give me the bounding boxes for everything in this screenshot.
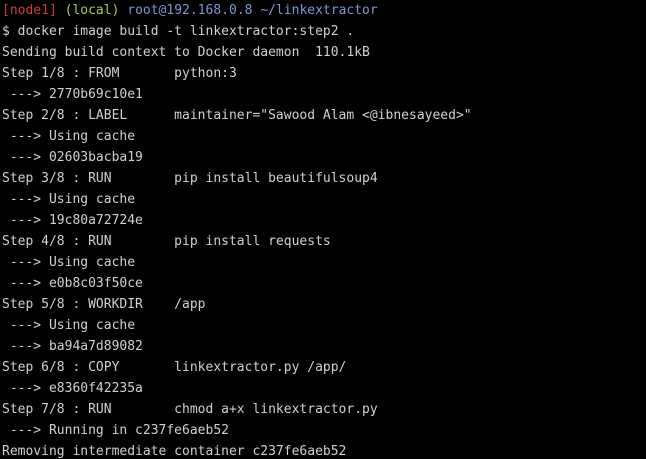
- output-line: Step 1/8 : FROM python:3: [2, 66, 237, 81]
- terminal-window[interactable]: [node1] (local) root@192.168.0.8 ~/linke…: [0, 0, 646, 459]
- output-line: Step 2/8 : LABEL maintainer="Sawood Alam…: [2, 108, 472, 123]
- command-line: $ docker image build -t linkextractor:st…: [2, 24, 355, 39]
- output-line: ---> e0b8c03f50ce: [2, 276, 143, 291]
- output-line: ---> Using cache: [2, 318, 136, 333]
- output-line: Step 4/8 : RUN pip install requests: [2, 234, 331, 249]
- prompt-line: [node1] (local) root@192.168.0.8 ~/linke…: [2, 0, 646, 21]
- output-line: ---> 2770b69c10e1: [2, 87, 143, 102]
- output-line: ---> e8360f42235a: [2, 381, 143, 396]
- output-line: ---> Using cache: [2, 129, 136, 144]
- output-line: Step 3/8 : RUN pip install beautifulsoup…: [2, 171, 378, 186]
- local-label: (local): [64, 3, 120, 18]
- output-line: ---> Using cache: [2, 255, 136, 270]
- current-path: ~/linkextractor: [260, 3, 378, 18]
- output-line: ---> 19c80a72724e: [2, 213, 143, 228]
- output-line: Step 5/8 : WORKDIR /app: [2, 297, 206, 312]
- output-line: Step 7/8 : RUN chmod a+x linkextractor.p…: [2, 402, 378, 417]
- output-line: ---> Using cache: [2, 192, 136, 207]
- host-label: root@192.168.0.8: [127, 3, 253, 18]
- output-line: ---> 02603bacba19: [2, 150, 143, 165]
- output-line: Step 6/8 : COPY linkextractor.py /app/: [2, 360, 347, 375]
- output-line: Sending build context to Docker daemon 1…: [2, 45, 370, 60]
- output-line: ---> ba94a7d89082: [2, 339, 143, 354]
- output-line: ---> Running in c237fe6aeb52: [2, 423, 229, 438]
- node-label: [node1]: [2, 3, 57, 18]
- output-line: Removing intermediate container c237fe6a…: [2, 444, 347, 459]
